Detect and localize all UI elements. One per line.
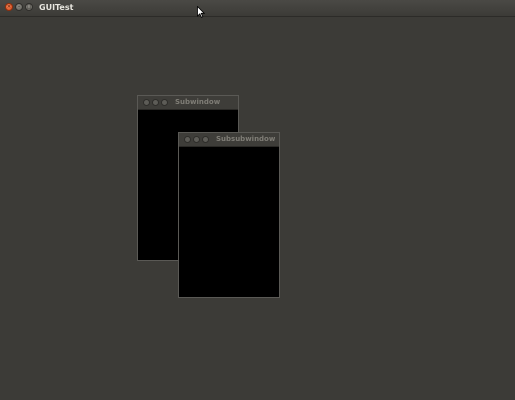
subwindow-titlebar[interactable]: Subwindow — [138, 96, 238, 110]
window-title: GUITest — [39, 3, 74, 12]
window-titlebar[interactable]: ✕ – □ GUITest — [0, 0, 515, 17]
window-minimize-button[interactable]: – — [15, 3, 23, 11]
main-window: ✕ – □ GUITest Subwindow Subsubwindow — [0, 0, 515, 400]
mouse-cursor-icon — [197, 6, 205, 18]
subsubwindow-close-button[interactable] — [184, 136, 191, 143]
subsubwindow-maximize-button[interactable] — [202, 136, 209, 143]
window-maximize-button[interactable]: □ — [25, 3, 33, 11]
window-close-button[interactable]: ✕ — [5, 3, 13, 11]
subsubwindow-titlebar[interactable]: Subsubwindow — [179, 133, 279, 147]
subsubwindow-title: Subsubwindow — [216, 135, 276, 143]
close-icon: ✕ — [6, 4, 12, 10]
subwindow-title: Subwindow — [175, 98, 221, 106]
subsubwindow-minimize-button[interactable] — [193, 136, 200, 143]
subwindow-close-button[interactable] — [143, 99, 150, 106]
subwindow-minimize-button[interactable] — [152, 99, 159, 106]
minimize-icon: – — [17, 4, 21, 10]
subsubwindow[interactable]: Subsubwindow — [178, 132, 280, 298]
maximize-icon: □ — [26, 4, 32, 10]
subsubwindow-content[interactable] — [179, 147, 279, 297]
subwindow-maximize-button[interactable] — [161, 99, 168, 106]
